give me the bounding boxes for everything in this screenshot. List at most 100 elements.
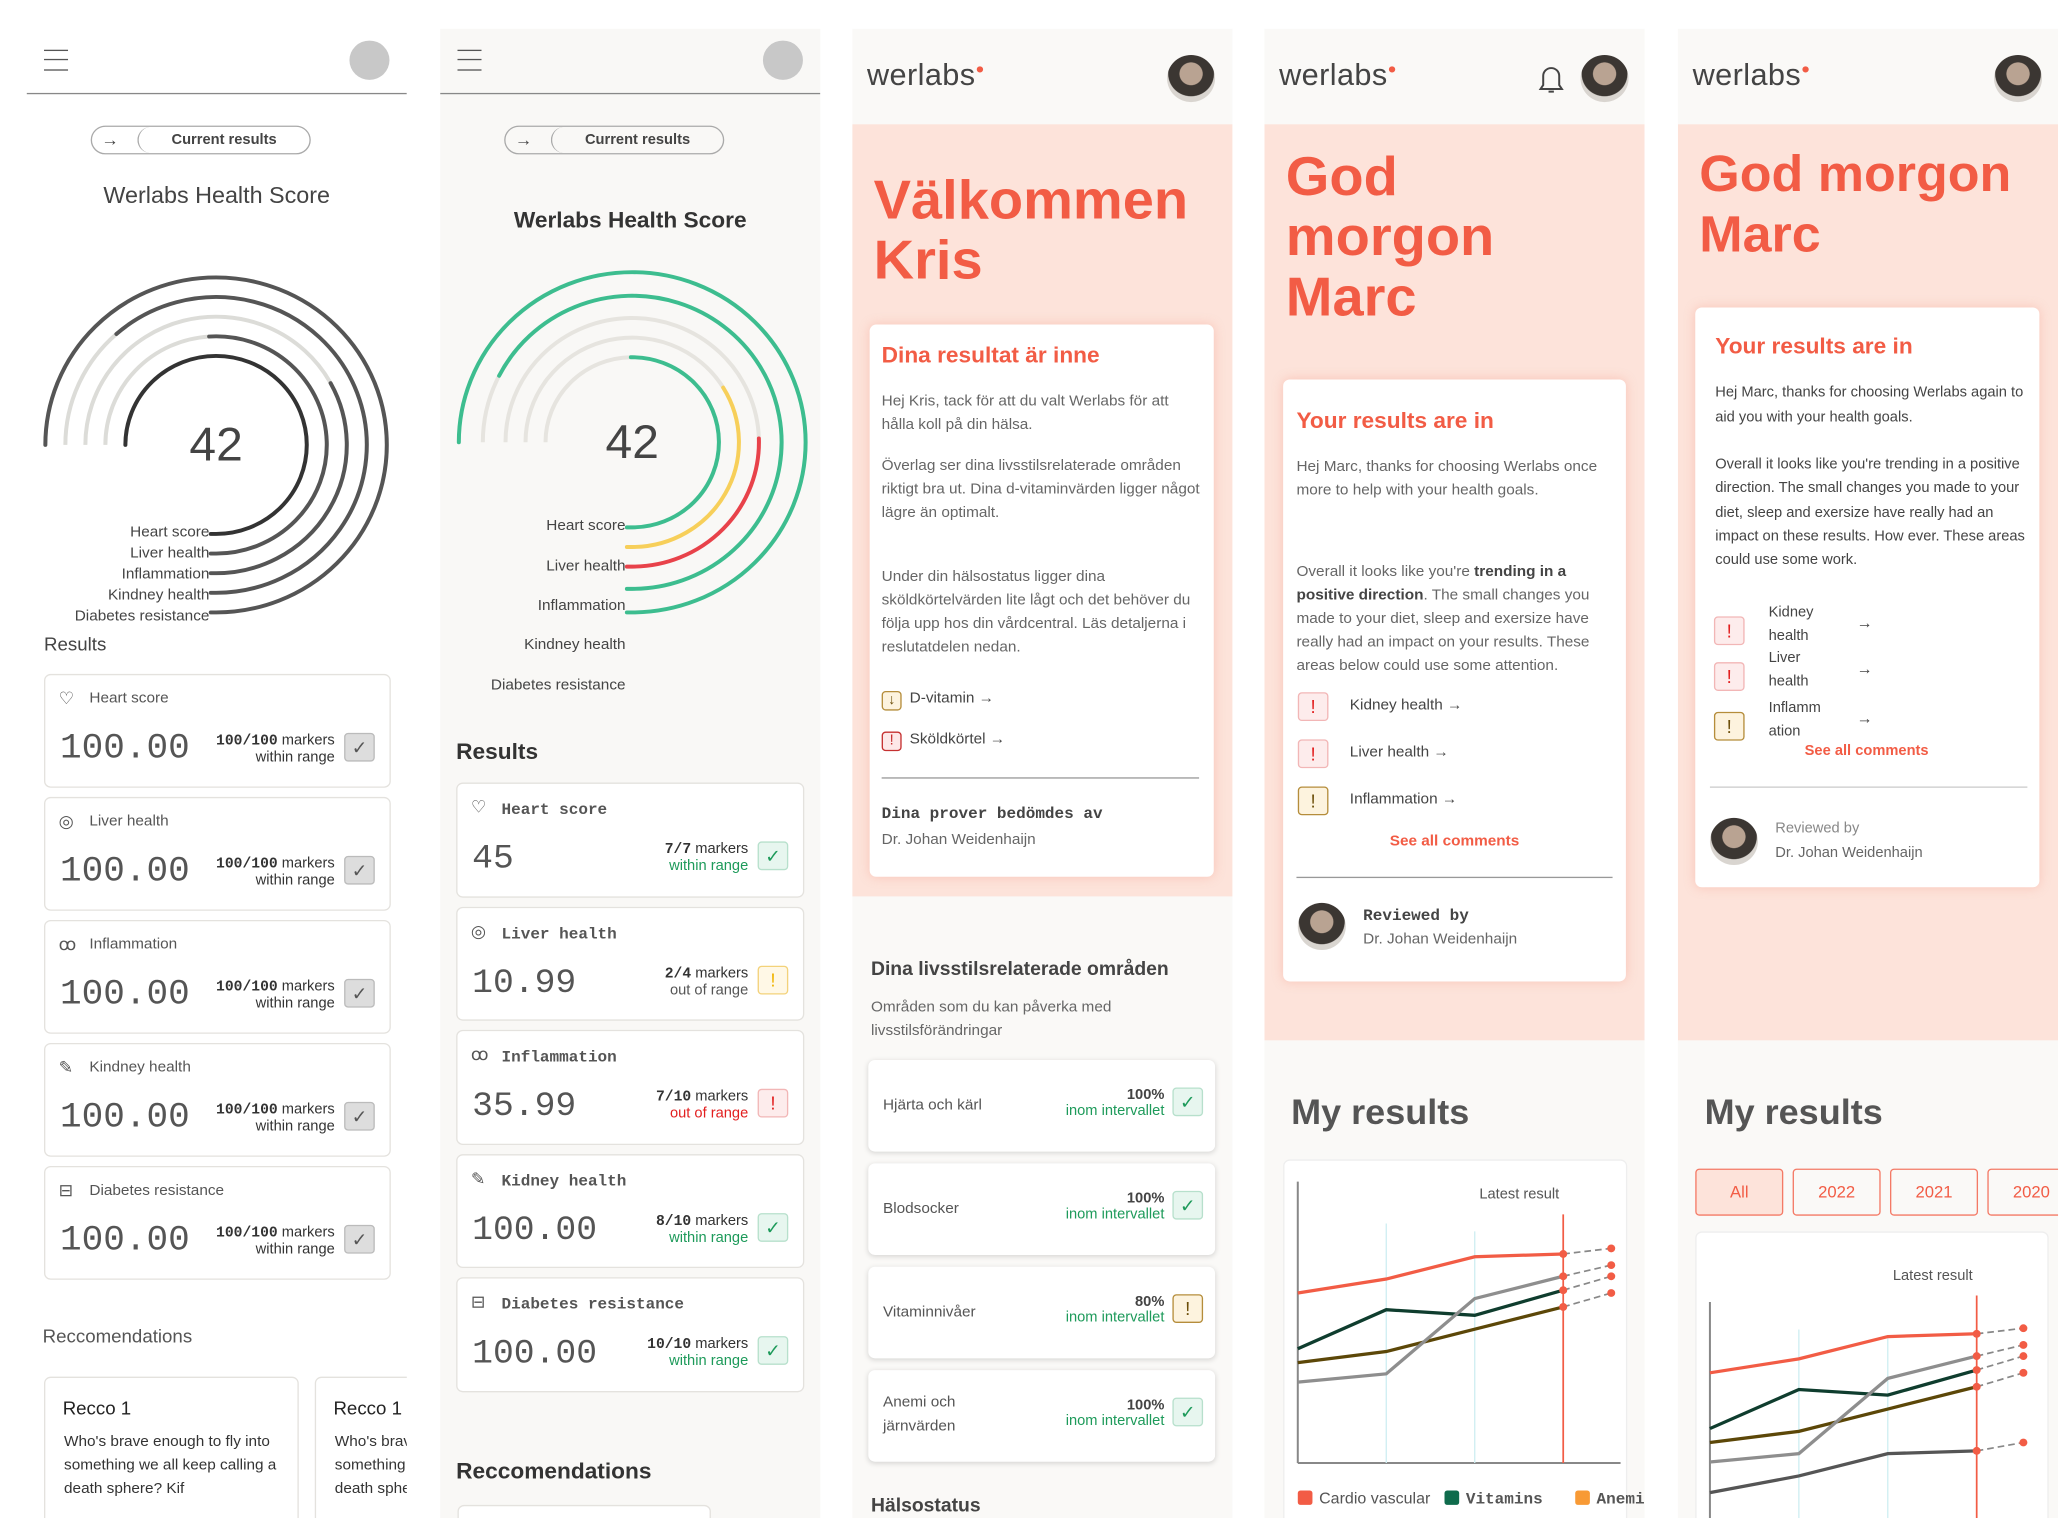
result-card[interactable]: ⊟ Diabetes resistance 100.00 100/100 mar…: [44, 1165, 391, 1280]
result-value: 100.00: [60, 976, 190, 1016]
projection-line: [1562, 1292, 1612, 1308]
result-value: 35.99: [472, 1086, 577, 1126]
avatar[interactable]: [349, 40, 390, 80]
latest-point[interactable]: [1972, 1382, 1981, 1391]
markers-summary: 2/4 markers out of range: [664, 965, 749, 998]
latest-point[interactable]: [1972, 1352, 1981, 1361]
latest-point[interactable]: [1559, 1302, 1568, 1311]
gauge-label: Kindney health: [108, 586, 209, 603]
projected-point[interactable]: [2019, 1352, 2028, 1361]
markers-summary: 8/10 markers within range: [655, 1212, 749, 1246]
layout-icon: ⊟: [58, 1180, 74, 1200]
series-line-3: [1709, 1354, 1978, 1464]
pill-label: Current results: [137, 126, 309, 154]
current-results-pill[interactable]: → Current results: [504, 125, 725, 155]
current-results-pill[interactable]: → Current results: [90, 125, 311, 155]
markers-summary: 100/100 markers within range: [216, 1224, 335, 1258]
check-icon: ✓: [1172, 1397, 1204, 1427]
werlabs-logo[interactable]: werlabs●: [867, 58, 985, 93]
kidney-icon: ꝏ: [58, 934, 77, 954]
projection-line: [1976, 1371, 2024, 1388]
recommendation-card[interactable]: [457, 1504, 711, 1518]
projected-point[interactable]: [1607, 1244, 1616, 1253]
lifestyle-item[interactable]: Vitaminnivåer 80% inom intervallet !: [868, 1266, 1216, 1359]
latest-point[interactable]: [1972, 1366, 1981, 1374]
result-card[interactable]: ✎ Kidney health 100.00 8/10 markers withi…: [456, 1153, 805, 1269]
result-card[interactable]: ◎ Liver health 100.00 100/100 markers wit…: [44, 796, 391, 911]
avatar[interactable]: [762, 40, 803, 80]
markers-summary: 7/7 markers within range: [664, 841, 749, 875]
lifestyle-item[interactable]: Anemi och järnvärden 100% inom intervalle…: [868, 1370, 1216, 1462]
result-value: 100.00: [60, 730, 190, 770]
projected-point[interactable]: [1607, 1289, 1616, 1297]
card-paragraph: Under din hälsostatus ligger dina sköldk…: [881, 569, 1191, 656]
gauge-label: Inflammation: [538, 597, 626, 614]
d-vitamin-link[interactable]: D-vitamin →: [910, 691, 994, 707]
result-card[interactable]: ♡ Heart score 45 7/7 markers within range…: [456, 782, 805, 898]
projected-point[interactable]: [2019, 1341, 2028, 1349]
markers-summary: 100/100 markers within range: [216, 1101, 335, 1135]
doctor-name: Dr. Johan Weidenhaijn: [881, 832, 1036, 848]
legend-item[interactable]: Cardio vascular: [1297, 1489, 1431, 1508]
gauge-label: Diabetes resistance: [75, 607, 210, 624]
legend-label: Vitamins: [1465, 1490, 1543, 1509]
reviewed-label: Dina prover bedömdes av: [881, 804, 1103, 824]
markers-summary: 100/100 markers within range: [216, 732, 335, 766]
legend-label: Anemi: [1596, 1490, 1645, 1509]
result-title: Inflammation: [89, 936, 178, 953]
latest-point[interactable]: [1972, 1446, 1981, 1455]
lifestyle-item[interactable]: Hjärta och kärl 100% inom intervallet ✓: [868, 1059, 1216, 1152]
latest-point[interactable]: [1559, 1272, 1568, 1281]
result-title: Liver health: [501, 924, 617, 943]
results-message-card: Dina resultat är inne Hej Kris, tack för…: [869, 324, 1214, 877]
latest-point[interactable]: [1559, 1250, 1568, 1258]
legend-item[interactable]: Anemi: [1575, 1489, 1645, 1509]
hamburger-icon[interactable]: [457, 49, 482, 71]
screen-4-good-morning: werlabs● God morgon Marc Your results are …: [1264, 28, 1645, 1518]
result-title: Kidney health: [501, 1171, 627, 1191]
projected-point[interactable]: [2019, 1368, 2028, 1377]
result-card[interactable]: ꝏ Inflammation 100.00 100/100 markers wit…: [44, 919, 391, 1034]
lifestyle-item[interactable]: Blodsocker 100% inom intervallet ✓: [868, 1163, 1216, 1255]
projected-point[interactable]: [2019, 1438, 2028, 1447]
result-title: Liver health: [89, 813, 169, 830]
lifestyle-status: 80% inom intervallet: [1065, 1294, 1165, 1326]
result-card[interactable]: ✎ Kindney health 100.00 100/100 markers w…: [44, 1042, 391, 1157]
results-heading: Results: [456, 739, 539, 765]
markers-summary: 100/100 markers within range: [216, 978, 335, 1012]
user-avatar[interactable]: [1167, 54, 1216, 103]
lifestyle-title: Dina livsstilsrelaterade områden: [870, 959, 1169, 981]
result-title: Kindney health: [89, 1059, 191, 1076]
legend-label: Cardio vascular: [1319, 1489, 1431, 1508]
series-line-3: [1297, 1274, 1564, 1384]
check-icon: ✓: [757, 841, 789, 871]
skoldkortel-link[interactable]: Sköldkörtel →: [910, 732, 1005, 748]
projected-point[interactable]: [1607, 1272, 1616, 1281]
check-icon: ✓: [344, 978, 375, 1008]
projected-point[interactable]: [1607, 1261, 1616, 1270]
recommendation-title: Recco 1: [333, 1397, 402, 1419]
result-value: 100.00: [60, 1099, 190, 1139]
result-card[interactable]: ⊟ Diabetes resistance 100.00 10/10 marke…: [456, 1277, 805, 1392]
recommendation-card[interactable]: Recco 1 Who's brave enough to fly into s…: [44, 1376, 299, 1518]
gauge-label: Liver health: [130, 545, 209, 562]
gauge-label: Liver health: [546, 558, 625, 575]
result-title: Heart score: [501, 800, 608, 820]
projected-point[interactable]: [2019, 1324, 2028, 1333]
legend-item[interactable]: Vitamins: [1444, 1489, 1543, 1509]
latest-point[interactable]: [1972, 1329, 1981, 1338]
divider: [881, 777, 1200, 779]
target-icon: ◎: [58, 811, 74, 831]
legend-swatch: [1444, 1490, 1460, 1505]
projection-line: [1976, 1441, 2024, 1452]
target-icon: ꝏ: [470, 1044, 489, 1064]
recommendation-card[interactable]: Recco 1 Who's brave enough to fly into s…: [314, 1376, 407, 1518]
result-card[interactable]: ♡ Heart score 100.00 100/100 markers with…: [44, 673, 391, 788]
result-card[interactable]: ꝏ Inflammation 35.99 7/10 markers out of …: [456, 1029, 805, 1145]
arrow-right-icon: →: [514, 129, 533, 150]
latest-point[interactable]: [1559, 1286, 1568, 1295]
result-card[interactable]: ◎ Liver health 10.99 2/4 markers out of r…: [456, 906, 805, 1021]
check-icon: ✓: [757, 1212, 789, 1242]
hamburger-icon[interactable]: [44, 49, 69, 71]
gauge-label: Heart score: [130, 524, 209, 541]
